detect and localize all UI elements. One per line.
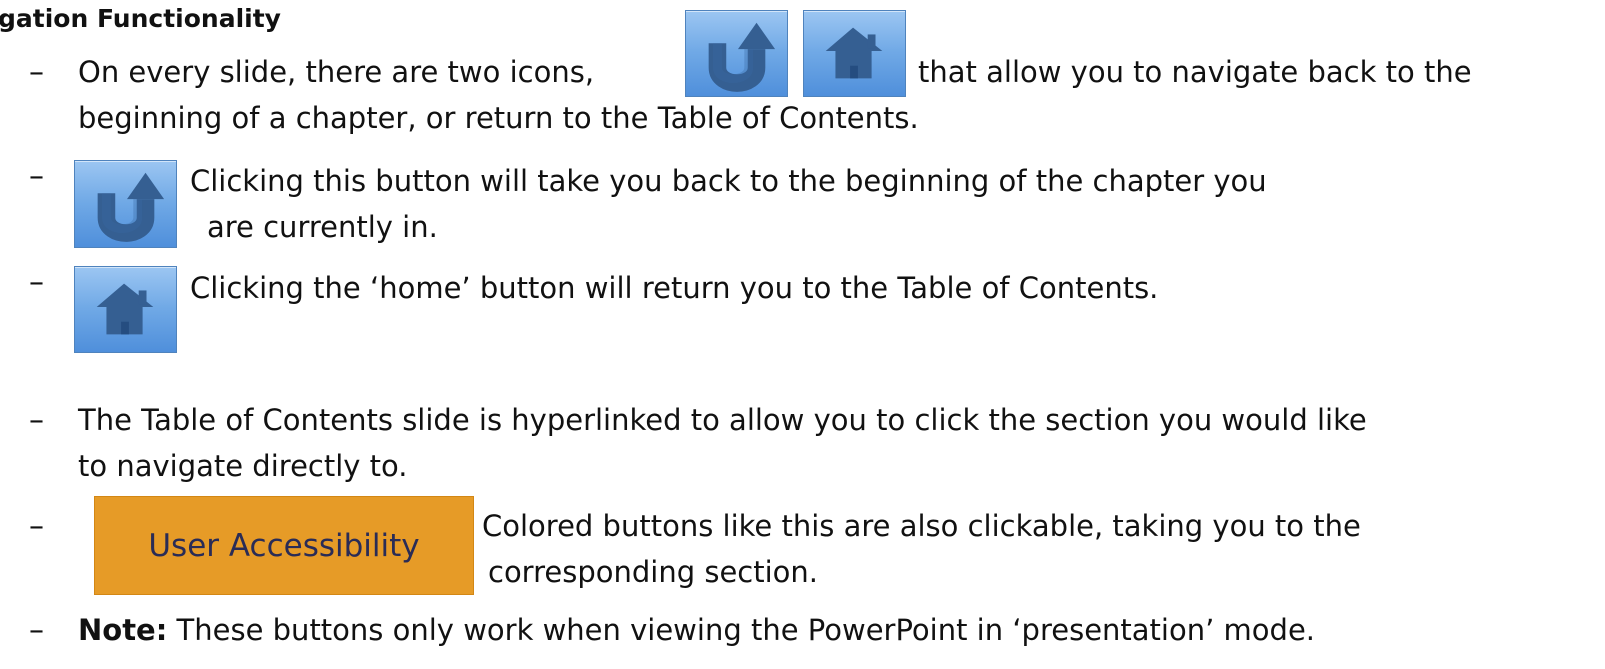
user-accessibility-button[interactable]: User Accessibility: [94, 496, 474, 595]
bullet-2-line-2: are currently in.: [207, 210, 438, 244]
bullet-5-line-1: Colored buttons like this are also click…: [482, 509, 1361, 543]
bullet-1-line-1-a: On every slide, there are two icons,: [78, 55, 595, 89]
home-icon: [825, 27, 883, 79]
bullet-dash: –: [29, 403, 44, 438]
home-icon: [96, 283, 154, 335]
return-to-chapter-start-icon: [97, 172, 165, 242]
bullet-5-line-2: corresponding section.: [488, 555, 819, 589]
bullet-dash: –: [29, 613, 44, 648]
bullet-3-line-1: Clicking the ‘home’ button will return y…: [190, 271, 1159, 305]
bullet-dash: –: [29, 509, 44, 544]
home-button[interactable]: [803, 10, 906, 97]
bullet-1-line-2: beginning of a chapter, or return to the…: [78, 101, 919, 135]
bullet-4-line-2: to navigate directly to.: [78, 449, 408, 483]
return-to-chapter-start-icon: [708, 22, 776, 92]
back-to-chapter-button-example[interactable]: [74, 160, 177, 248]
slide-canvas: gation Functionality – On every slide, t…: [0, 0, 1605, 669]
note-text: These buttons only work when viewing the…: [167, 613, 1316, 647]
bullet-dash: –: [29, 265, 44, 300]
bullet-dash: –: [29, 159, 44, 194]
bullet-1-line-1-b: that allow you to navigate back to the: [918, 55, 1472, 89]
note-label: Note:: [78, 613, 168, 647]
page-title: gation Functionality: [0, 4, 281, 33]
bullet-2-line-1: Clicking this button will take you back …: [190, 164, 1267, 198]
bullet-dash: –: [29, 55, 44, 90]
note-line: Note: These buttons only work when viewi…: [78, 616, 1315, 645]
home-button-example[interactable]: [74, 266, 177, 353]
bullet-4-line-1: The Table of Contents slide is hyperlink…: [78, 403, 1367, 437]
back-to-chapter-button[interactable]: [685, 10, 788, 97]
